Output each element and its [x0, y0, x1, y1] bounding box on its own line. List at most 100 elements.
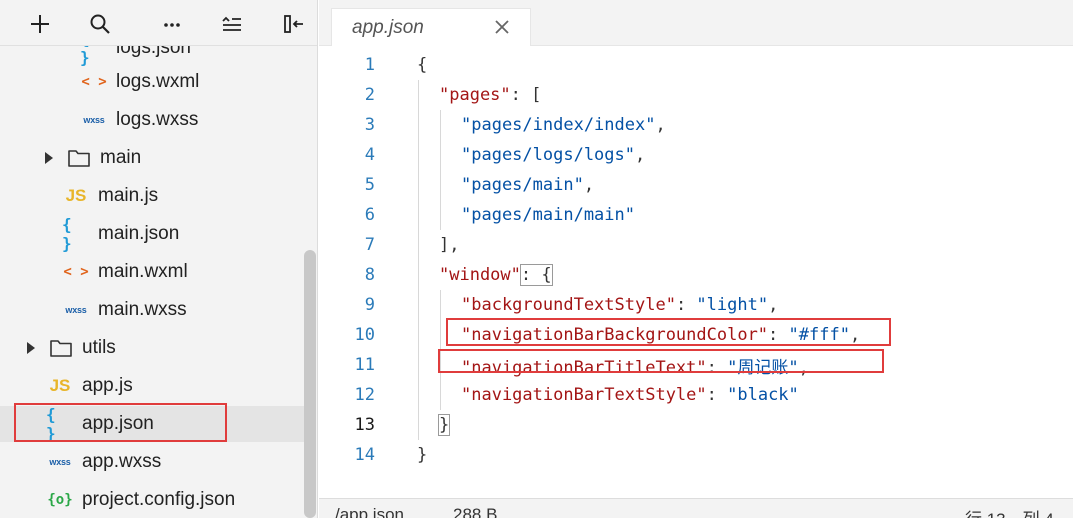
tree-item-label: main.wxml — [98, 261, 188, 282]
code-text: "navigationBarTitleText": "周记账", — [461, 353, 809, 378]
code-punct: } — [437, 414, 451, 436]
json-string: "pages/index/index" — [461, 115, 656, 135]
hide-sidebar-icon — [284, 15, 303, 33]
code-text: "pages/main", — [461, 175, 594, 195]
json-key: "window" — [439, 265, 521, 285]
plus-icon — [31, 15, 49, 33]
code-text: "window": { — [439, 264, 553, 286]
code-text: "pages/main/main" — [461, 205, 635, 225]
tree-item-label: app.js — [82, 375, 133, 396]
tree-item-project-config[interactable]: {o} project.config.json — [0, 482, 304, 518]
tree-item-label: logs.wxml — [116, 71, 200, 92]
code-line: 12 "navigationBarTextStyle": "black" — [319, 380, 1073, 410]
code-text: ], — [439, 235, 459, 255]
json-key: "backgroundTextStyle" — [461, 295, 676, 315]
tree-item-logs-wxss[interactable]: wxss logs.wxss — [0, 102, 304, 138]
tree-item-logs-wxml[interactable]: < > logs.wxml — [0, 64, 304, 100]
code-line: 5 "pages/main", — [319, 170, 1073, 200]
status-file-path: /app.json — [335, 505, 404, 518]
json-string: "black" — [727, 385, 799, 405]
code-punct: : — [706, 357, 728, 378]
json-string: "pages/main/main" — [461, 205, 635, 225]
sidebar-scrollbar[interactable] — [304, 250, 316, 518]
tree-item-label: logs.wxss — [116, 109, 199, 130]
tree-item-main-wxss[interactable]: wxss main.wxss — [0, 292, 304, 328]
js-file-icon: JS — [49, 376, 71, 395]
code-line: 7 ], — [319, 230, 1073, 260]
line-number: 7 — [364, 235, 375, 255]
status-cursor-position[interactable]: 行 13，列 4 — [965, 505, 1054, 518]
code-punct: , — [583, 175, 595, 195]
line-number: 14 — [354, 445, 375, 465]
line-number: 5 — [364, 175, 375, 195]
add-file-button[interactable] — [24, 8, 56, 40]
code-text: } — [417, 445, 427, 465]
tree-item-app-wxss[interactable]: wxss app.wxss — [0, 444, 304, 480]
collapse-all-button[interactable] — [216, 8, 248, 40]
json-string: "#fff" — [788, 325, 850, 345]
tree-item-label: app.json — [82, 413, 154, 434]
line-number: 2 — [364, 85, 375, 105]
line-number: 1 — [364, 55, 375, 75]
code-line: 8 "window": { — [319, 260, 1073, 290]
code-punct: { — [417, 55, 428, 75]
close-icon — [495, 20, 509, 34]
tree-item-app-js[interactable]: JS app.js — [0, 368, 304, 404]
close-tab-button[interactable] — [492, 17, 512, 37]
tree-item-label: main.wxss — [98, 299, 187, 320]
line-number: 13 — [354, 415, 375, 435]
folder-icon — [48, 338, 74, 358]
tab-app-json[interactable]: app.json — [331, 8, 531, 46]
folder-icon — [66, 148, 92, 168]
json-key: "navigationBarTitleText" — [461, 357, 707, 378]
json-key: "navigationBarTextStyle" — [461, 385, 707, 405]
line-number: 11 — [354, 355, 375, 375]
code-punct: : — [675, 295, 697, 315]
wxss-file-icon: wxss — [83, 115, 105, 125]
code-text: } — [437, 414, 451, 436]
tree-item-label: project.config.json — [82, 489, 236, 510]
tree-item-main-js[interactable]: JS main.js — [0, 178, 304, 214]
search-icon — [90, 14, 110, 34]
chevron-right-icon[interactable] — [24, 342, 38, 354]
code-punct: , — [655, 115, 666, 135]
chevron-right-icon[interactable] — [42, 152, 56, 164]
code-punct: , — [798, 357, 809, 378]
search-button[interactable] — [84, 8, 116, 40]
tree-folder-main[interactable]: main — [0, 140, 304, 176]
code-text: { — [417, 55, 427, 75]
line-number: 10 — [354, 325, 375, 345]
tree-item-main-wxml[interactable]: < > main.wxml — [0, 254, 304, 290]
tree-folder-utils[interactable]: utils — [0, 330, 304, 366]
code-text: "pages/index/index", — [461, 115, 666, 135]
collapse-all-icon — [222, 16, 241, 31]
more-button[interactable] — [156, 8, 188, 40]
line-number: 8 — [364, 265, 375, 285]
hide-sidebar-button[interactable] — [278, 8, 310, 40]
code-line: 4 "pages/logs/logs", — [319, 140, 1073, 170]
tree-item-app-json[interactable]: { } app.json — [0, 405, 304, 443]
wxml-file-icon: < > — [81, 74, 107, 90]
status-file-size: 288 B — [453, 505, 498, 518]
status-bar: /app.json 288 B 行 13，列 4 — [319, 498, 1073, 518]
line-number: 3 — [364, 115, 375, 135]
file-explorer: { } logs.json < > logs.wxml wxss logs.wx… — [0, 0, 318, 518]
line-number: 12 — [354, 385, 375, 405]
code-text: "navigationBarTextStyle": "black" — [461, 385, 799, 405]
line-number: 4 — [364, 145, 375, 165]
line-number: 6 — [364, 205, 375, 225]
code-text: "backgroundTextStyle": "light", — [461, 295, 778, 315]
code-area[interactable]: 1 { 2 "pages": [ 3 "pages/index/index", … — [319, 50, 1073, 498]
json-key: "pages" — [439, 85, 511, 105]
code-punct: : — [706, 385, 728, 405]
tree-item-label: main — [100, 147, 142, 168]
code-line: 10 "navigationBarBackgroundColor": "#fff… — [319, 320, 1073, 350]
tree-item-main-json[interactable]: { } main.json — [0, 215, 304, 253]
code-line: 2 "pages": [ — [319, 80, 1073, 110]
code-text: "pages": [ — [439, 85, 541, 105]
wxss-file-icon: wxss — [65, 305, 87, 315]
js-file-icon: JS — [65, 186, 87, 205]
tree-item-label: utils — [82, 337, 116, 358]
code-line: 9 "backgroundTextStyle": "light", — [319, 290, 1073, 320]
tab-label: app.json — [352, 16, 424, 38]
